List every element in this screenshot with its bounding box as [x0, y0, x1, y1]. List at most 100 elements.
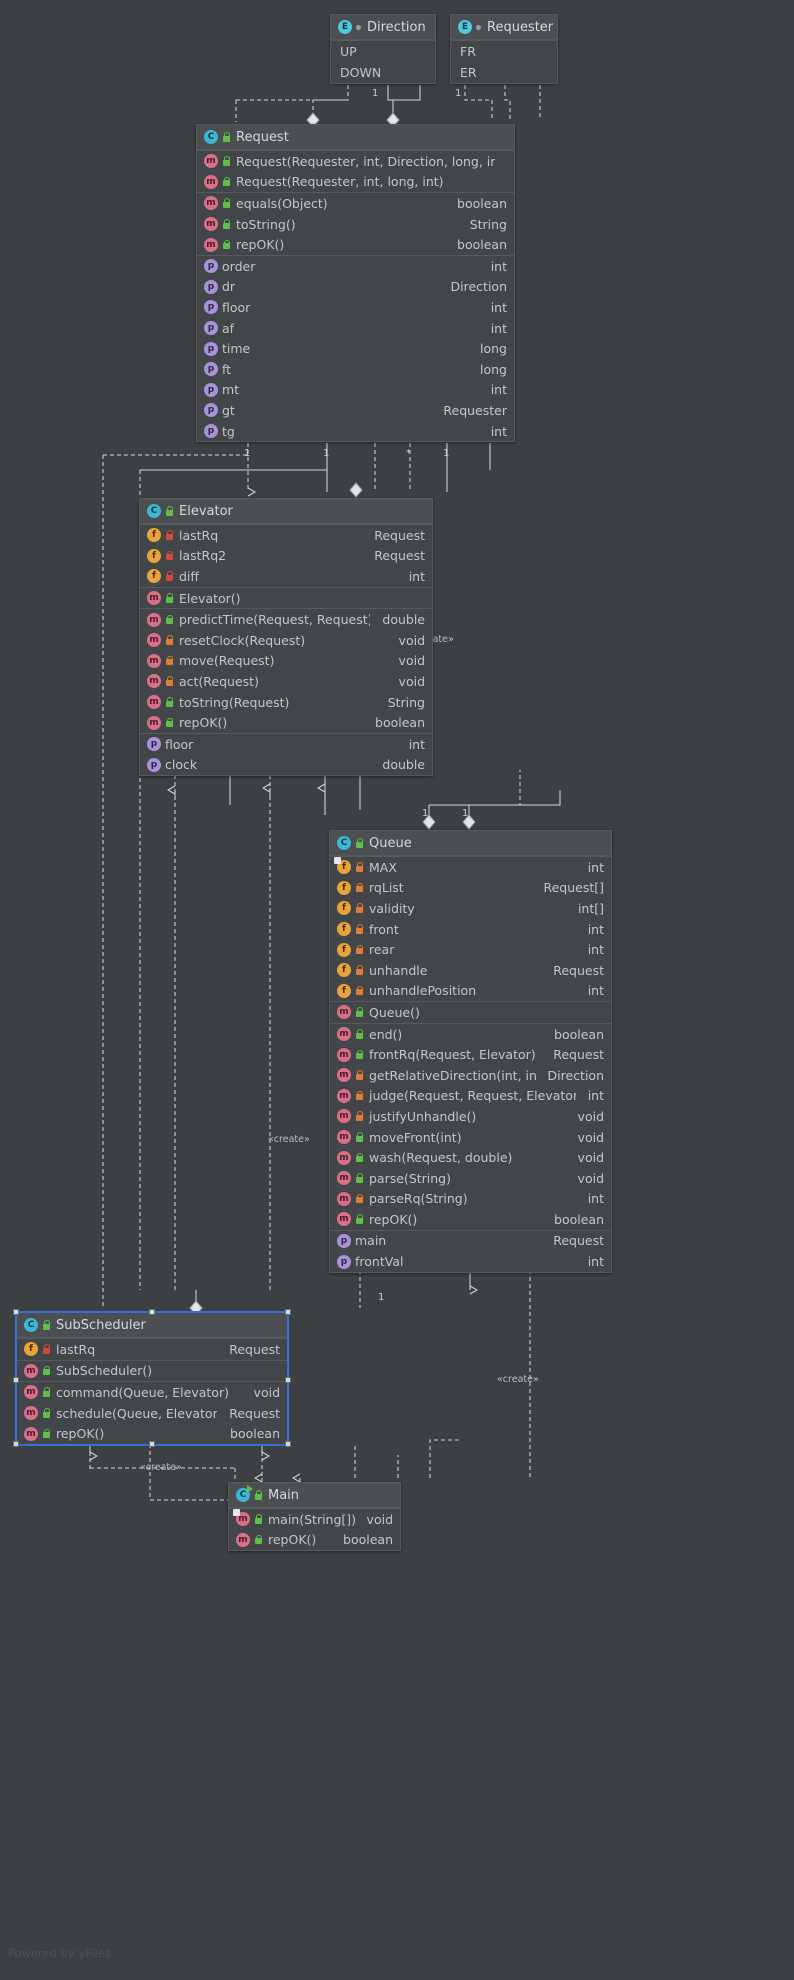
- member-name: Request(Requester, int, long, int): [236, 174, 444, 190]
- member-row[interactable]: m repOK() boolean: [197, 234, 514, 255]
- enum-constant-row[interactable]: DOWN: [331, 62, 435, 83]
- member-row[interactable]: m resetClock(Request) void: [140, 630, 432, 651]
- member-row[interactable]: f unhandlePosition int: [330, 981, 611, 1002]
- member-row[interactable]: f validity int[]: [330, 898, 611, 919]
- class-node-elevator[interactable]: C Elevator f lastRq Request f lastRq2 Re…: [139, 498, 433, 777]
- constructors-section: m Queue(): [330, 1001, 611, 1023]
- member-row[interactable]: f rqList Request[]: [330, 878, 611, 899]
- method-icon: m: [337, 1109, 351, 1124]
- member-row[interactable]: f unhandle Request: [330, 960, 611, 981]
- member-row[interactable]: p clock double: [140, 755, 432, 776]
- member-name: unhandlePosition: [369, 983, 477, 999]
- member-row[interactable]: m Elevator(): [140, 588, 432, 609]
- public-lock-icon: [355, 1029, 364, 1040]
- member-row[interactable]: m command(Queue, Elevator) void: [17, 1382, 287, 1403]
- class-node-queue[interactable]: C Queue f MAX int f rqList Request[] f v…: [329, 830, 612, 1273]
- member-row[interactable]: m toString() String: [197, 214, 514, 235]
- class-node-requester[interactable]: E Requester FR ER: [450, 14, 558, 84]
- selection-handle[interactable]: [13, 1377, 19, 1383]
- member-row[interactable]: m repOK() boolean: [330, 1209, 611, 1230]
- member-row[interactable]: f front int: [330, 919, 611, 940]
- public-lock-icon: [222, 176, 231, 187]
- class-header-queue[interactable]: C Queue: [330, 831, 611, 856]
- selection-handle[interactable]: [149, 1441, 155, 1447]
- member-type: Request: [374, 548, 425, 564]
- member-row[interactable]: f rear int: [330, 939, 611, 960]
- member-row[interactable]: p dr Direction: [197, 277, 514, 298]
- property-icon: p: [337, 1233, 351, 1248]
- member-row[interactable]: m schedule(Queue, Elevator) Request: [17, 1403, 287, 1424]
- member-row[interactable]: p time long: [197, 338, 514, 359]
- multiplicity-label: 1: [443, 448, 450, 459]
- diagram-canvas[interactable]: E Direction UP DOWN E Requester FR ER C …: [0, 0, 794, 1980]
- property-icon: p: [204, 382, 218, 397]
- class-node-request[interactable]: C Request m Request(Requester, int, Dire…: [196, 124, 515, 443]
- selection-handle[interactable]: [13, 1441, 19, 1447]
- selection-handle[interactable]: [13, 1309, 19, 1315]
- member-row[interactable]: m justifyUnhandle() void: [330, 1106, 611, 1127]
- public-lock-icon: [165, 506, 174, 517]
- member-row[interactable]: m move(Request) void: [140, 651, 432, 672]
- member-row[interactable]: m Request(Requester, int, Direction, lon…: [197, 151, 514, 172]
- class-header-request[interactable]: C Request: [197, 125, 514, 150]
- class-header-main[interactable]: C Main: [229, 1483, 400, 1508]
- class-node-subscheduler[interactable]: C SubScheduler f lastRq Request m SubSch…: [16, 1312, 288, 1445]
- public-lock-icon: [42, 1408, 51, 1419]
- class-node-main[interactable]: C Main m main(String[]) void m repOK() b…: [228, 1482, 401, 1552]
- class-header-requester[interactable]: E Requester: [451, 15, 557, 40]
- member-row[interactable]: p order int: [197, 256, 514, 277]
- member-row[interactable]: f lastRq Request: [140, 525, 432, 546]
- enum-constant-row[interactable]: FR: [451, 41, 557, 62]
- enum-constant-row[interactable]: UP: [331, 41, 435, 62]
- member-row[interactable]: m SubScheduler(): [17, 1361, 287, 1382]
- member-row[interactable]: m judge(Request, Request, Elevator) int: [330, 1086, 611, 1107]
- member-row[interactable]: m main(String[]) void: [229, 1509, 400, 1530]
- selection-handle[interactable]: [149, 1309, 155, 1315]
- class-node-direction[interactable]: E Direction UP DOWN: [330, 14, 436, 84]
- member-name: front: [369, 921, 399, 937]
- member-row[interactable]: m Queue(): [330, 1002, 611, 1023]
- class-title: Queue: [369, 835, 412, 851]
- member-row[interactable]: m moveFront(int) void: [330, 1127, 611, 1148]
- property-icon: p: [204, 321, 218, 336]
- member-row[interactable]: m toString(Request) String: [140, 692, 432, 713]
- member-row[interactable]: m parse(String) void: [330, 1168, 611, 1189]
- member-row[interactable]: m act(Request) void: [140, 671, 432, 692]
- member-row[interactable]: m repOK() boolean: [229, 1530, 400, 1551]
- enum-constant-label: ER: [460, 65, 477, 80]
- class-header-elevator[interactable]: C Elevator: [140, 499, 432, 524]
- member-row[interactable]: p floor int: [140, 734, 432, 755]
- member-row[interactable]: p frontVal int: [330, 1251, 611, 1272]
- enum-constant-row[interactable]: ER: [451, 62, 557, 83]
- selection-handle[interactable]: [285, 1377, 291, 1383]
- member-row[interactable]: m wash(Request, double) void: [330, 1147, 611, 1168]
- fields-section: f lastRq Request f lastRq2 Request f dif…: [140, 524, 432, 587]
- member-row[interactable]: p floor int: [197, 297, 514, 318]
- class-title: SubScheduler: [56, 1317, 146, 1333]
- member-row[interactable]: m getRelativeDirection(int, int) Directi…: [330, 1065, 611, 1086]
- member-row[interactable]: m frontRq(Request, Elevator) Request: [330, 1044, 611, 1065]
- member-row[interactable]: p tg int: [197, 421, 514, 442]
- class-header-direction[interactable]: E Direction: [331, 15, 435, 40]
- member-row[interactable]: m end() boolean: [330, 1024, 611, 1045]
- member-row[interactable]: m Request(Requester, int, long, int): [197, 172, 514, 193]
- member-row[interactable]: p main Request: [330, 1231, 611, 1252]
- member-type: void: [398, 673, 425, 689]
- member-row[interactable]: f MAX int: [330, 857, 611, 878]
- member-row[interactable]: p ft long: [197, 359, 514, 380]
- member-row[interactable]: m repOK() boolean: [140, 712, 432, 733]
- public-lock-icon: [254, 1514, 263, 1525]
- member-row[interactable]: f lastRq2 Request: [140, 546, 432, 567]
- member-name: diff: [179, 568, 200, 584]
- selection-handle[interactable]: [285, 1309, 291, 1315]
- member-row[interactable]: p gt Requester: [197, 400, 514, 421]
- class-header-subscheduler[interactable]: C SubScheduler: [17, 1313, 287, 1338]
- member-row[interactable]: m predictTime(Request, Request) double: [140, 609, 432, 630]
- member-row[interactable]: p af int: [197, 318, 514, 339]
- member-row[interactable]: m parseRq(String) int: [330, 1189, 611, 1210]
- member-row[interactable]: p mt int: [197, 380, 514, 401]
- member-row[interactable]: f lastRq Request: [17, 1339, 287, 1360]
- member-row[interactable]: m equals(Object) boolean: [197, 193, 514, 214]
- member-row[interactable]: f diff int: [140, 566, 432, 587]
- selection-handle[interactable]: [285, 1441, 291, 1447]
